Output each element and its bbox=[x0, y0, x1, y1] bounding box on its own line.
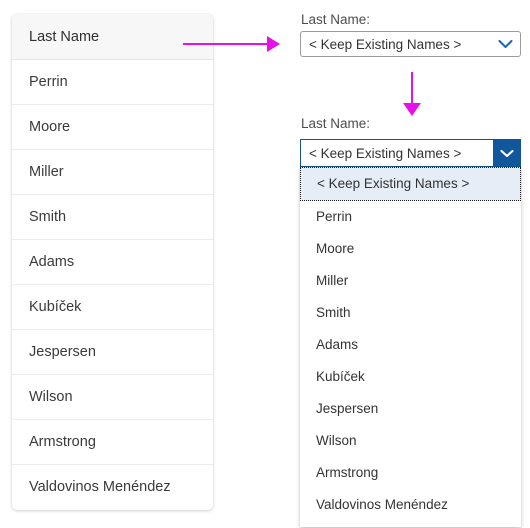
arrow-down-icon bbox=[403, 103, 421, 116]
select-value: < Keep Existing Names > bbox=[309, 36, 462, 52]
chevron-down-icon[interactable] bbox=[490, 39, 520, 49]
table-row[interactable]: Kubíček bbox=[12, 285, 213, 330]
table-row[interactable]: Jespersen bbox=[12, 330, 213, 375]
table-header-last-name: Last Name bbox=[12, 14, 213, 60]
table-row[interactable]: Perrin bbox=[12, 60, 213, 105]
dropdown-option-selected[interactable]: < Keep Existing Names > bbox=[300, 167, 521, 201]
dropdown-option[interactable]: Wilson bbox=[300, 425, 521, 457]
dropdown-option[interactable]: Valdovinos Menéndez bbox=[300, 489, 521, 521]
dropdown-option[interactable]: Perrin bbox=[300, 201, 521, 233]
last-name-label-open: Last Name: bbox=[301, 116, 371, 131]
last-name-select-closed[interactable]: < Keep Existing Names > bbox=[300, 31, 521, 57]
table-row[interactable]: Smith bbox=[12, 195, 213, 240]
dropdown-option[interactable]: Jespersen bbox=[300, 393, 521, 425]
last-name-label-closed: Last Name: bbox=[301, 12, 371, 27]
dropdown-option[interactable]: Smith bbox=[300, 297, 521, 329]
dropdown-option[interactable]: Kubíček bbox=[300, 361, 521, 393]
arrow-right-icon bbox=[267, 36, 280, 52]
table-row[interactable]: Wilson bbox=[12, 375, 213, 420]
table-row[interactable]: Moore bbox=[12, 105, 213, 150]
names-table: Last Name Perrin Moore Miller Smith Adam… bbox=[12, 14, 213, 510]
table-row[interactable]: Valdovinos Menéndez bbox=[12, 465, 213, 510]
last-name-select-open[interactable]: < Keep Existing Names > bbox=[300, 139, 521, 167]
dropdown-option[interactable]: Adams bbox=[300, 329, 521, 361]
table-row[interactable]: Miller bbox=[12, 150, 213, 195]
table-row[interactable]: Armstrong bbox=[12, 420, 213, 465]
dropdown-option[interactable]: Moore bbox=[300, 233, 521, 265]
select-value: < Keep Existing Names > bbox=[309, 145, 462, 161]
dropdown-option[interactable]: Miller bbox=[300, 265, 521, 297]
dropdown-option[interactable]: Armstrong bbox=[300, 457, 521, 489]
last-name-dropdown-list: < Keep Existing Names > Perrin Moore Mil… bbox=[300, 167, 521, 527]
arrow-down-icon-shaft bbox=[411, 72, 413, 105]
table-row[interactable]: Adams bbox=[12, 240, 213, 285]
arrow-right-icon-shaft bbox=[183, 43, 269, 45]
chevron-down-icon[interactable] bbox=[493, 140, 520, 166]
